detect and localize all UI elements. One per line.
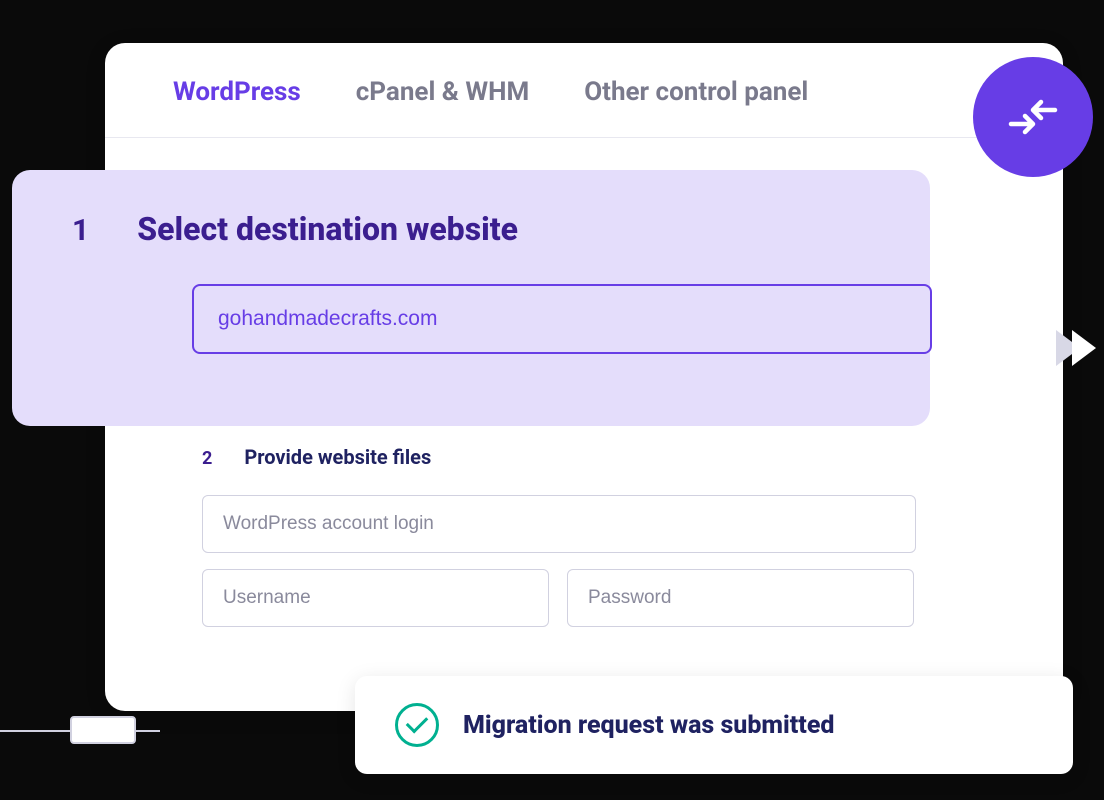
connector-node <box>70 716 136 744</box>
username-input[interactable] <box>202 569 549 627</box>
step1-number: 1 <box>72 213 89 248</box>
tab-wordpress[interactable]: WordPress <box>173 77 301 107</box>
wordpress-login-input[interactable] <box>202 495 916 553</box>
tab-cpanel[interactable]: cPanel & WHM <box>356 77 529 107</box>
password-input[interactable] <box>567 569 914 627</box>
step2-section: 2 Provide website files <box>202 445 922 643</box>
step1-title: Select destination website <box>137 210 518 248</box>
success-toast: Migration request was submitted <box>355 676 1073 774</box>
tab-other[interactable]: Other control panel <box>584 77 808 107</box>
destination-website-input[interactable] <box>192 284 932 354</box>
forward-arrows-icon <box>1064 330 1096 366</box>
step2-number: 2 <box>202 448 212 469</box>
step2-title: Provide website files <box>244 445 431 469</box>
check-circle-icon <box>395 703 439 747</box>
swap-arrows-icon <box>1003 92 1063 142</box>
toast-message: Migration request was submitted <box>463 711 834 740</box>
step1-card: 1 Select destination website <box>12 170 930 426</box>
swap-badge <box>973 57 1093 177</box>
tab-bar: WordPress cPanel & WHM Other control pan… <box>105 43 1063 138</box>
